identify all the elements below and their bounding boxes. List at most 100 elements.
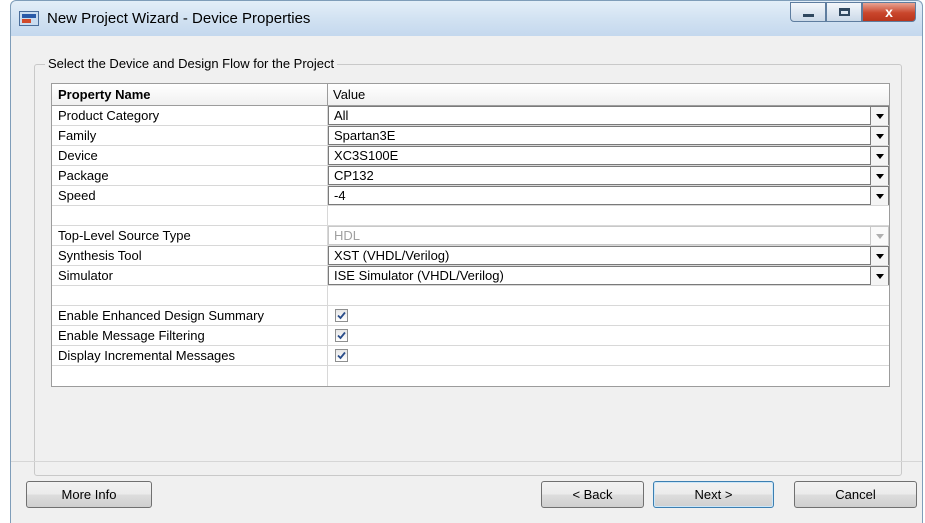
family-select[interactable]: Spartan3E [328, 126, 889, 145]
combo-box: All [328, 106, 889, 125]
header-property-name: Property Name [52, 84, 328, 105]
package-select[interactable]: CP132 [328, 166, 889, 185]
property-label: Device [52, 146, 328, 165]
combo-box: XST (VHDL/Verilog) [328, 246, 889, 265]
property-label: Product Category [52, 106, 328, 125]
chevron-down-icon [875, 113, 884, 119]
checkmark-icon [337, 351, 346, 360]
property-label: Enable Message Filtering [52, 326, 328, 345]
row-speed: Speed -4 [52, 186, 889, 206]
row-enable-message-filtering: Enable Message Filtering [52, 326, 889, 346]
chevron-down-icon [875, 273, 884, 279]
row-device: Device XC3S100E [52, 146, 889, 166]
property-label: Simulator [52, 266, 328, 285]
group-label: Select the Device and Design Flow for th… [45, 56, 338, 71]
property-label: Synthesis Tool [52, 246, 328, 265]
property-label: Top-Level Source Type [52, 226, 328, 245]
close-button[interactable]: x [862, 2, 916, 22]
empty-cell [52, 206, 328, 225]
dropdown-button[interactable] [870, 127, 888, 145]
empty-cell [52, 366, 328, 386]
dialog-body: Select the Device and Design Flow for th… [10, 36, 923, 523]
property-label: Family [52, 126, 328, 145]
checkmark-icon [337, 311, 346, 320]
minimize-button[interactable] [790, 2, 826, 22]
row-display-incremental-messages: Display Incremental Messages [52, 346, 889, 366]
next-button[interactable]: Next > [653, 481, 774, 508]
close-icon: x [885, 4, 893, 20]
dropdown-button[interactable] [870, 187, 888, 205]
dropdown-button[interactable] [870, 167, 888, 185]
dropdown-button[interactable] [870, 107, 888, 125]
window-title: New Project Wizard - Device Properties [47, 10, 311, 27]
separator [11, 461, 922, 462]
empty-cell [52, 286, 328, 305]
simulator-select[interactable]: ISE Simulator (VHDL/Verilog) [328, 266, 889, 285]
minimize-icon [802, 13, 814, 17]
maximize-button[interactable] [826, 2, 862, 22]
checkmark-icon [337, 331, 346, 340]
combo-value: CP132 [334, 168, 374, 183]
row-spacer [52, 366, 889, 386]
combo-value: HDL [334, 228, 361, 243]
combo-value: XC3S100E [334, 148, 399, 163]
ise-app-icon [19, 11, 39, 26]
row-package: Package CP132 [52, 166, 889, 186]
combo-box: XC3S100E [328, 146, 889, 165]
checkbox-cell [328, 306, 889, 325]
window-controls: x [790, 2, 916, 22]
chevron-down-icon [875, 193, 884, 199]
chevron-down-icon [875, 253, 884, 259]
back-button[interactable]: < Back [541, 481, 644, 508]
empty-cell [328, 366, 889, 386]
message-filtering-checkbox[interactable] [335, 329, 348, 342]
dropdown-button[interactable] [870, 147, 888, 165]
dropdown-button [870, 227, 888, 245]
chevron-down-icon [875, 133, 884, 139]
combo-box: CP132 [328, 166, 889, 185]
empty-cell [328, 206, 889, 225]
grid-header-row: Property Name Value [52, 84, 889, 106]
speed-select[interactable]: -4 [328, 186, 889, 205]
cancel-button[interactable]: Cancel [794, 481, 917, 508]
chevron-down-icon [875, 173, 884, 179]
property-label: Speed [52, 186, 328, 205]
combo-value: XST (VHDL/Verilog) [334, 248, 450, 263]
maximize-icon [838, 8, 850, 16]
combo-value: -4 [334, 188, 346, 203]
combo-box: ISE Simulator (VHDL/Verilog) [328, 266, 889, 285]
row-synthesis-tool: Synthesis Tool XST (VHDL/Verilog) [52, 246, 889, 266]
row-enable-enhanced-design-summary: Enable Enhanced Design Summary [52, 306, 889, 326]
row-spacer [52, 286, 889, 306]
property-label: Display Incremental Messages [52, 346, 328, 365]
checkbox-cell [328, 326, 889, 345]
product-category-select[interactable]: All [328, 106, 889, 125]
row-family: Family Spartan3E [52, 126, 889, 146]
top-level-source-type-select: HDL [328, 226, 889, 245]
combo-value: ISE Simulator (VHDL/Verilog) [334, 268, 504, 283]
incremental-messages-checkbox[interactable] [335, 349, 348, 362]
device-select[interactable]: XC3S100E [328, 146, 889, 165]
synthesis-tool-select[interactable]: XST (VHDL/Verilog) [328, 246, 889, 265]
chevron-down-icon [875, 153, 884, 159]
combo-box: -4 [328, 186, 889, 205]
dropdown-button[interactable] [870, 267, 888, 285]
combo-box: Spartan3E [328, 126, 889, 145]
checkbox-cell [328, 346, 889, 365]
row-top-level-source-type: Top-Level Source Type HDL [52, 226, 889, 246]
combo-value: Spartan3E [334, 128, 396, 143]
title-bar: New Project Wizard - Device Properties x [10, 0, 923, 36]
combo-box: HDL [328, 226, 889, 245]
more-info-button[interactable]: More Info [26, 481, 152, 508]
chevron-down-icon [875, 233, 884, 239]
property-grid: Property Name Value Product Category All… [51, 83, 890, 387]
empty-cell [328, 286, 889, 305]
row-spacer [52, 206, 889, 226]
property-label: Enable Enhanced Design Summary [52, 306, 328, 325]
row-simulator: Simulator ISE Simulator (VHDL/Verilog) [52, 266, 889, 286]
property-label: Package [52, 166, 328, 185]
enhanced-design-summary-checkbox[interactable] [335, 309, 348, 322]
device-design-flow-group: Select the Device and Design Flow for th… [34, 56, 902, 476]
dropdown-button[interactable] [870, 247, 888, 265]
combo-value: All [334, 108, 349, 123]
